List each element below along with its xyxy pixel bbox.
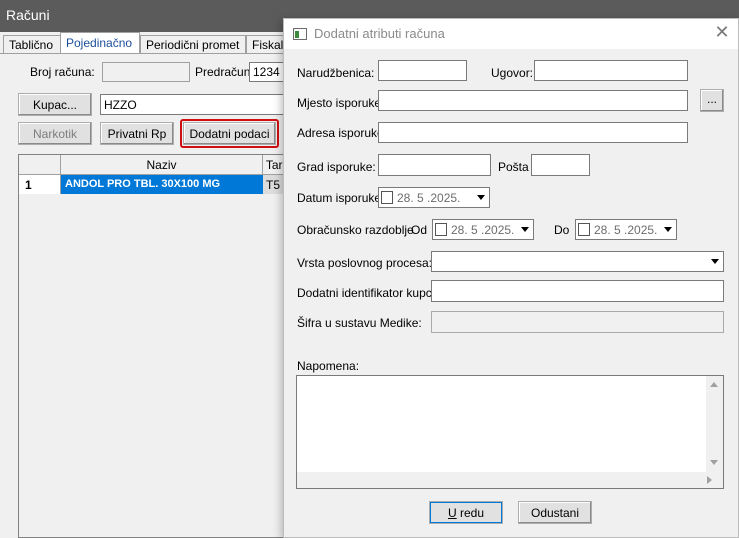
narudzbenica-label: Narudžbenica: <box>297 66 375 80</box>
grid-header-naziv[interactable]: Naziv <box>61 155 263 175</box>
grad-isporuke-label: Grad isporuke: <box>297 160 376 174</box>
grid-corner <box>19 155 61 175</box>
narkotik-button[interactable]: Narkotik <box>18 122 92 145</box>
posta-label: Pošta <box>498 160 529 174</box>
datum-isporuke-picker[interactable]: 28. 5 .2025. <box>378 187 490 208</box>
tab-label: Periodični promet <box>146 38 240 52</box>
predracun-label: Predračun: <box>195 65 254 79</box>
tab-tablicno[interactable]: Tablično <box>3 35 61 54</box>
napomena-textarea[interactable] <box>296 375 724 489</box>
dodatni-identifikator-label: Dodatni identifikator kupca: <box>297 286 442 300</box>
items-grid[interactable]: Naziv Tari 1 ANDOL PRO TBL. 30X100 MG T5 <box>18 154 289 538</box>
ok-button-label: redu <box>456 506 485 520</box>
mjesto-browse-button[interactable]: ... <box>700 89 724 112</box>
od-checkbox[interactable] <box>435 223 447 236</box>
dodatni-podaci-button[interactable]: Dodatni podaci <box>183 122 276 145</box>
broj-racuna-field[interactable] <box>102 62 190 82</box>
ok-button[interactable]: U redu <box>429 501 503 524</box>
tab-label: Pojedinačno <box>66 36 133 50</box>
scroll-up-icon[interactable] <box>710 382 718 387</box>
od-date-picker[interactable]: 28. 5 .2025. <box>432 219 534 240</box>
napomena-label: Napomena: <box>297 359 360 373</box>
dodatni-atributi-dialog: Dodatni atributi računa ✕ Narudžbenica: … <box>283 18 739 538</box>
tab-pojedinacno[interactable]: Pojedinačno <box>60 32 140 54</box>
od-label: Od <box>411 223 428 237</box>
datum-isporuke-value: 28. 5 .2025. <box>397 191 461 205</box>
chevron-down-icon[interactable] <box>707 252 723 271</box>
scroll-down-icon[interactable] <box>710 460 718 465</box>
kupac-field[interactable]: HZZO <box>100 94 290 115</box>
do-date-picker[interactable]: 28. 5 .2025. <box>575 219 677 240</box>
vrsta-poslovnog-procesa-select[interactable] <box>431 251 724 272</box>
window-app-icon <box>293 28 307 40</box>
adresa-isporuke-input[interactable] <box>378 122 688 143</box>
cancel-button[interactable]: Odustani <box>518 501 592 524</box>
od-value: 28. 5 .2025. <box>451 223 515 237</box>
horizontal-scrollbar[interactable] <box>297 472 723 488</box>
broj-racuna-label: Broj računa: <box>30 65 95 79</box>
tab-label: Tablično <box>9 38 54 52</box>
vrsta-poslovnog-procesa-label: Vrsta poslovnog procesa: <box>297 256 432 270</box>
do-value: 28. 5 .2025. <box>594 223 658 237</box>
ok-button-mnemonic: U <box>447 506 457 520</box>
do-label: Do <box>554 223 570 237</box>
chevron-down-icon[interactable] <box>517 220 533 239</box>
narudzbenica-input[interactable] <box>378 60 467 81</box>
ugovor-label: Ugovor: <box>491 66 534 80</box>
do-checkbox[interactable] <box>578 223 590 236</box>
dialog-title: Dodatni atributi računa <box>314 26 445 41</box>
chevron-down-icon[interactable] <box>473 188 489 207</box>
window-title: Računi <box>6 7 50 23</box>
kupac-button[interactable]: Kupac... <box>18 93 92 116</box>
sifra-medike-label: Šifra u sustavu Medike: <box>297 316 422 330</box>
privatni-rp-button[interactable]: Privatni Rp <box>100 122 174 145</box>
table-row[interactable]: 1 ANDOL PRO TBL. 30X100 MG T5 <box>19 175 289 194</box>
datum-isporuke-checkbox[interactable] <box>381 191 393 204</box>
close-icon[interactable]: ✕ <box>712 22 732 44</box>
tab-fiskali[interactable]: Fiskali <box>246 35 286 54</box>
tab-label: Fiskali <box>252 38 286 52</box>
tab-periodicni-promet[interactable]: Periodični promet <box>140 35 246 54</box>
obracunsko-razdoblje-label: Obračunsko razdoblje <box>297 223 414 237</box>
row-naziv: ANDOL PRO TBL. 30X100 MG <box>61 175 263 194</box>
datum-isporuke-label: Datum isporuke: <box>297 191 385 205</box>
posta-input[interactable] <box>531 154 590 176</box>
mjesto-isporuke-input[interactable] <box>378 90 688 111</box>
dodatni-identifikator-input[interactable] <box>431 280 724 302</box>
ugovor-input[interactable] <box>534 60 688 81</box>
dialog-titlebar: Dodatni atributi računa ✕ <box>284 19 738 49</box>
mjesto-isporuke-label: Mjesto isporuke: <box>297 96 385 110</box>
row-number: 1 <box>19 175 61 194</box>
scroll-right-icon[interactable] <box>707 476 712 484</box>
sifra-medike-field <box>431 311 724 333</box>
vertical-scrollbar[interactable] <box>706 376 723 472</box>
adresa-isporuke-label: Adresa isporuke: <box>297 126 388 140</box>
grad-isporuke-input[interactable] <box>378 154 491 176</box>
chevron-down-icon[interactable] <box>660 220 676 239</box>
